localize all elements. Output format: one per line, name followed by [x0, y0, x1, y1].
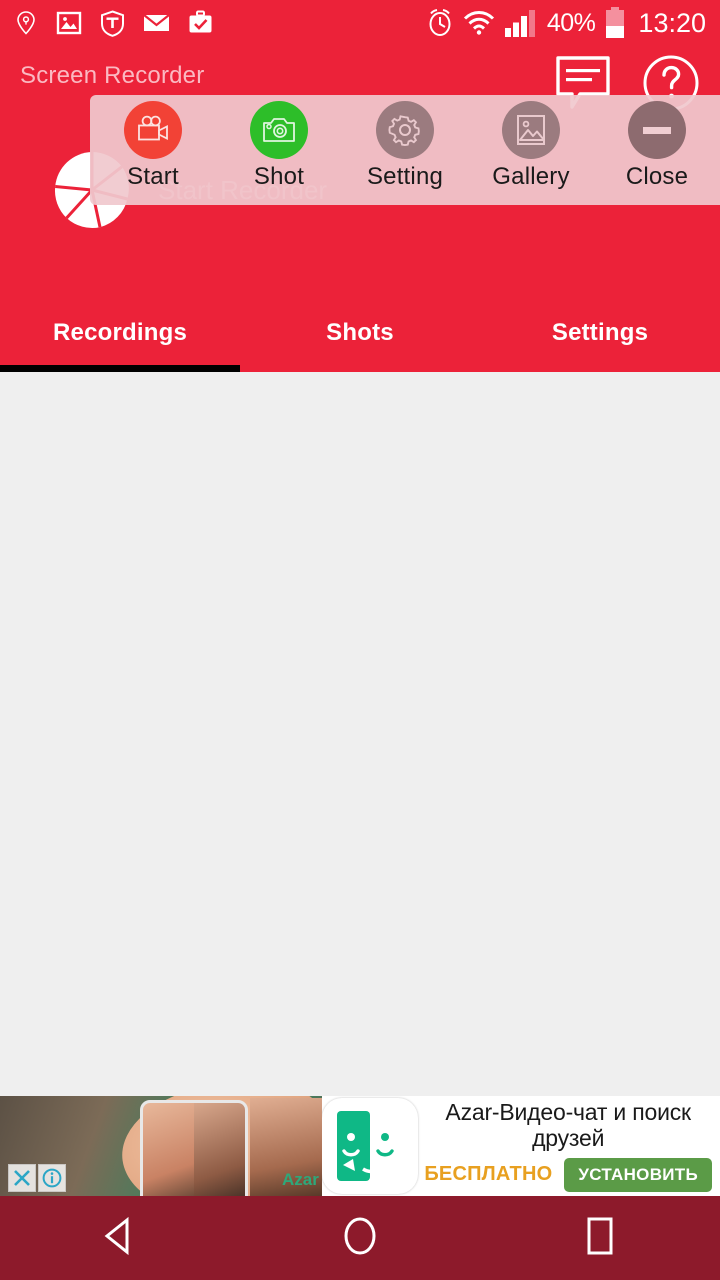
- email-icon: [143, 12, 170, 34]
- status-bar-left-icons: [14, 9, 213, 37]
- ad-install-button[interactable]: УСТАНОВИТЬ: [564, 1157, 712, 1192]
- photo-camera-icon: [250, 101, 308, 159]
- nav-home-button[interactable]: [240, 1212, 480, 1265]
- video-camera-icon: [124, 101, 182, 159]
- location-key-icon: [14, 10, 38, 36]
- ad-controls: [8, 1164, 66, 1192]
- tab-shots[interactable]: Shots: [240, 294, 480, 372]
- ad-phone-graphic: [140, 1100, 248, 1196]
- nav-recents-button[interactable]: [480, 1212, 720, 1265]
- battery-percent-label: 40%: [546, 8, 596, 37]
- tab-shots-label: Shots: [326, 319, 394, 346]
- signal-bars-icon: [504, 9, 538, 37]
- ad-info-icon[interactable]: [38, 1164, 66, 1192]
- ad-title: Azar-Видео-чат и поиск друзей: [445, 1099, 691, 1151]
- overlay-item-close[interactable]: Close: [602, 101, 712, 191]
- briefcase-check-icon: [188, 10, 213, 36]
- tab-recordings-label: Recordings: [52, 319, 188, 346]
- overlay-item-start[interactable]: Start: [98, 101, 208, 191]
- page-title: Screen Recorder: [20, 62, 205, 89]
- android-nav-bar: [0, 1196, 720, 1280]
- ad-face-left: [143, 1103, 194, 1196]
- overlay-item-close-label: Close: [625, 163, 689, 190]
- overlay-item-gallery[interactable]: Gallery: [476, 101, 586, 191]
- overlay-item-setting-label: Setting: [366, 163, 444, 190]
- nav-back-icon: [96, 1212, 144, 1265]
- shield-t-icon: [100, 9, 125, 37]
- ad-text-block: Azar-Видео-чат и поиск друзей БЕСПЛАТНО …: [424, 1096, 720, 1196]
- minus-circle-icon: [628, 101, 686, 159]
- nav-home-icon: [336, 1212, 384, 1265]
- tab-bar: Recordings Shots Settings: [0, 294, 720, 372]
- nav-recents-icon: [576, 1212, 624, 1265]
- alarm-clock-icon: [426, 8, 454, 38]
- overlay-item-shot[interactable]: Shot: [224, 101, 334, 191]
- overlay-item-start-label: Start: [127, 163, 179, 190]
- overlay-item-gallery-label: Gallery: [492, 163, 570, 190]
- ad-close-icon[interactable]: [8, 1164, 36, 1192]
- overlay-item-shot-label: Shot: [253, 163, 305, 190]
- gallery-image-icon: [56, 10, 82, 36]
- gear-icon: [376, 101, 434, 159]
- ad-face-right: [194, 1103, 245, 1196]
- floating-control-panel: Start Shot Setting Gallery Close: [90, 95, 720, 205]
- ad-creative-image: Azar: [0, 1096, 323, 1196]
- ad-brand-word: Azar: [282, 1170, 319, 1189]
- nav-back-button[interactable]: [0, 1212, 240, 1265]
- overlay-item-setting[interactable]: Setting: [350, 101, 460, 191]
- wifi-icon: [463, 10, 495, 36]
- ad-cta-row: БЕСПЛАТНО УСТАНОВИТЬ: [424, 1157, 712, 1192]
- tab-settings-label: Settings: [551, 319, 649, 346]
- battery-icon: [604, 7, 626, 39]
- gallery-image-icon: [502, 101, 560, 159]
- ad-banner[interactable]: Azar Azar-Видео-чат и поиск друзей БЕСПЛ…: [0, 1096, 720, 1196]
- tab-settings[interactable]: Settings: [480, 294, 720, 372]
- tab-recordings[interactable]: Recordings: [0, 294, 240, 372]
- ad-free-label: БЕСПЛАТНО: [424, 1163, 553, 1186]
- status-bar: 40% 13:20: [0, 0, 720, 46]
- azar-smiley-logo: [322, 1098, 419, 1194]
- clock-label: 13:20: [638, 7, 706, 38]
- recordings-list-empty-area: [0, 372, 720, 1096]
- status-bar-right-icons: 40% 13:20: [426, 7, 706, 39]
